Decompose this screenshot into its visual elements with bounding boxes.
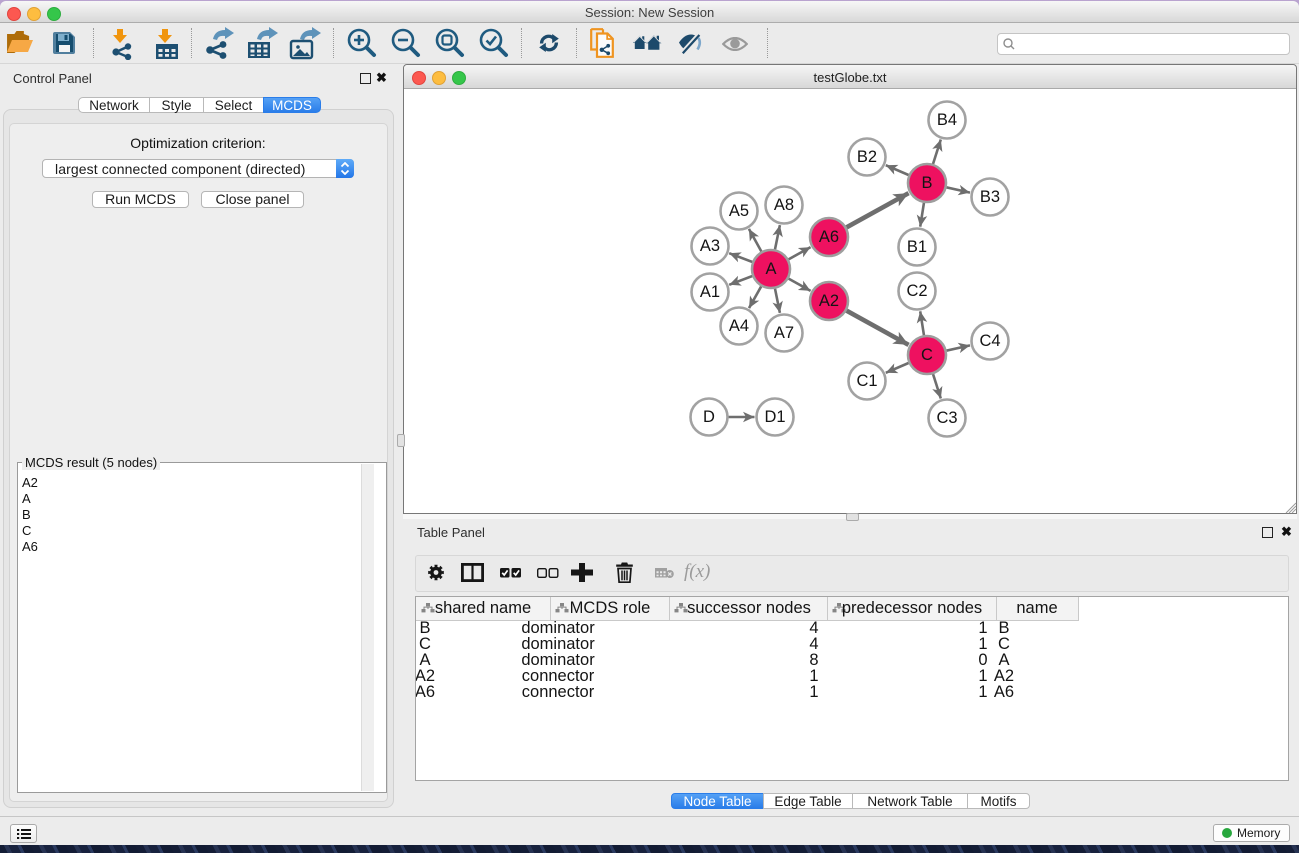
svg-text:MCDS role: MCDS role [570, 599, 651, 617]
svg-text:A6: A6 [416, 683, 435, 700]
svg-text:A8: A8 [774, 196, 794, 214]
svg-text:A1: A1 [700, 283, 720, 301]
svg-text:C: C [921, 346, 933, 364]
svg-text:B2: B2 [857, 148, 877, 166]
svg-text:name: name [1016, 599, 1057, 617]
svg-text:A6: A6 [994, 683, 1014, 700]
svg-text:B1: B1 [907, 238, 927, 256]
svg-text:predecessor nodes: predecessor nodes [842, 599, 982, 617]
svg-text:A7: A7 [774, 324, 794, 342]
svg-text:D1: D1 [764, 408, 785, 426]
svg-text:C1: C1 [856, 372, 877, 390]
svg-text:B: B [921, 174, 932, 192]
svg-text:C2: C2 [906, 282, 927, 300]
svg-text:shared name: shared name [435, 599, 531, 617]
svg-text:B4: B4 [937, 111, 957, 129]
svg-text:1: 1 [809, 683, 818, 700]
svg-text:successor nodes: successor nodes [687, 599, 811, 617]
svg-text:A6: A6 [819, 228, 839, 246]
svg-text:A5: A5 [729, 202, 749, 220]
svg-text:connector: connector [522, 683, 595, 700]
svg-text:B3: B3 [980, 188, 1000, 206]
svg-text:C4: C4 [979, 332, 1000, 350]
svg-text:A2: A2 [819, 292, 839, 310]
svg-text:1: 1 [978, 683, 987, 700]
svg-text:A4: A4 [729, 317, 749, 335]
svg-text:D: D [703, 408, 715, 426]
svg-text:A: A [765, 260, 776, 278]
svg-text:A3: A3 [700, 237, 720, 255]
svg-text:C3: C3 [936, 409, 957, 427]
